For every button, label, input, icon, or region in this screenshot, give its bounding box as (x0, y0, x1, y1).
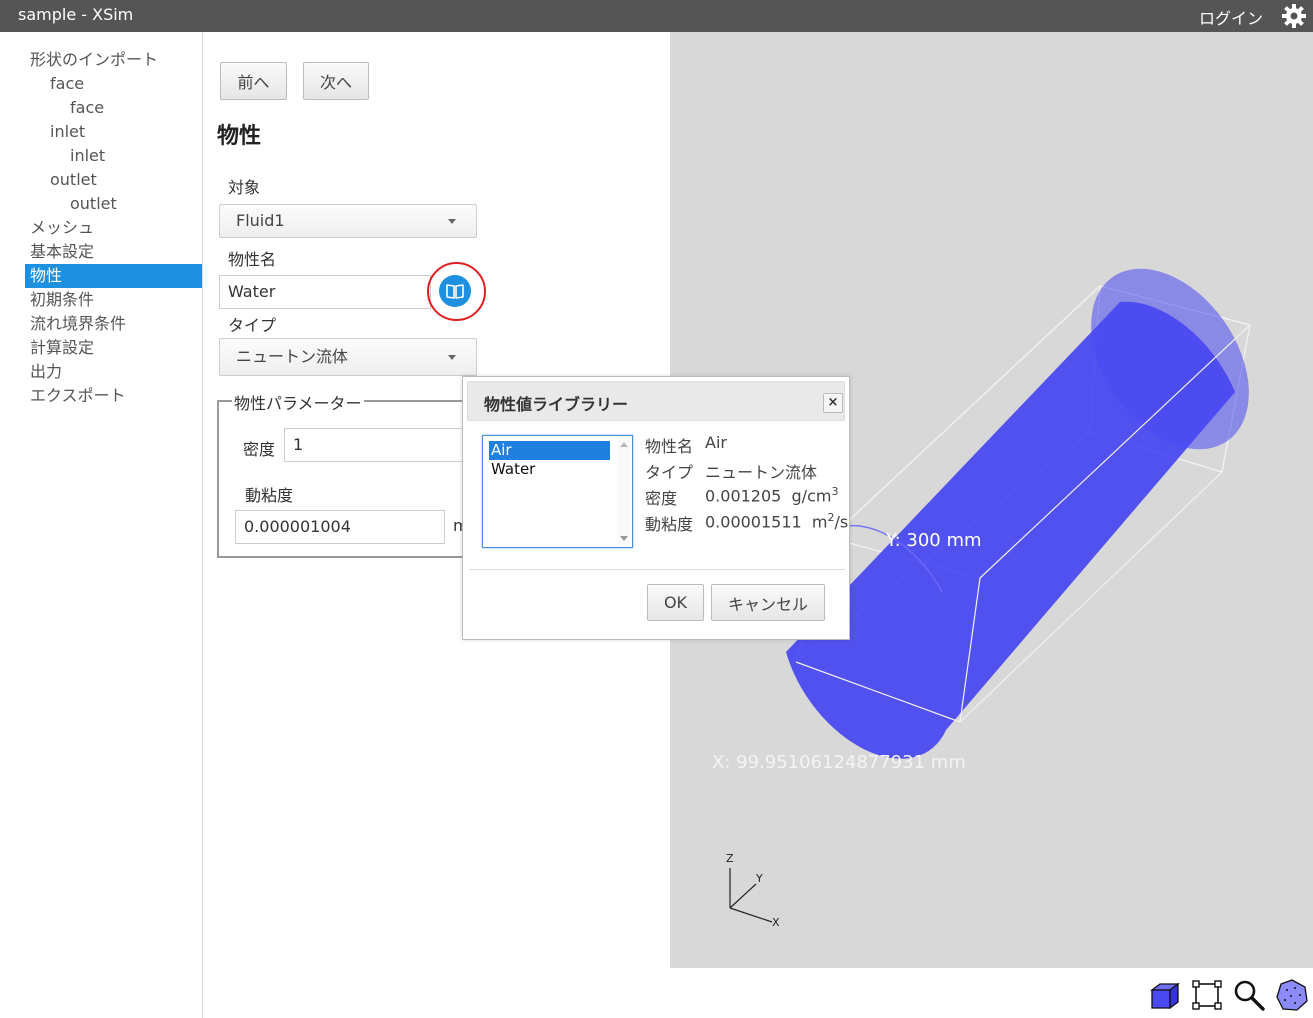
density-input[interactable]: 1 (284, 428, 464, 462)
listbox-scrollbar[interactable] (617, 437, 631, 546)
app-title: sample - XSim (18, 5, 134, 24)
page-title: 物性 (217, 124, 262, 149)
axis-y-label: Y (755, 872, 763, 885)
solid-view-icon[interactable] (1148, 978, 1182, 1012)
target-label: 対象 (228, 178, 261, 197)
scroll-down-icon[interactable] (620, 536, 628, 541)
prop-viscosity-value: 0.00001511 m2/s (705, 511, 848, 531)
sidebar: 形状のインポート face face inlet inlet outlet ou… (0, 32, 203, 1018)
close-icon[interactable]: × (823, 393, 843, 413)
sidebar-item-initial-conditions[interactable]: 初期条件 (0, 288, 202, 312)
sidebar-item-export[interactable]: エクスポート (0, 384, 202, 408)
fit-bounds-icon[interactable] (1190, 978, 1224, 1012)
sidebar-item-import-shape[interactable]: 形状のインポート (0, 48, 202, 72)
viscosity-unit-base: m (811, 512, 828, 532)
library-button[interactable] (439, 275, 471, 307)
target-select-value: Fluid1 (236, 211, 285, 230)
property-name-input[interactable]: Water (219, 275, 431, 309)
prop-name-value: Air (705, 433, 727, 452)
density-unit-exponent: 3 (831, 485, 839, 498)
prev-button[interactable]: 前へ (220, 62, 287, 100)
type-label: タイプ (228, 316, 277, 335)
property-library-dialog: 物性値ライブラリー × Air Water 物性名 Air タイプ ニュートン流… (462, 376, 850, 640)
sidebar-item-basic-settings[interactable]: 基本設定 (0, 240, 202, 264)
title-bar: sample - XSim ログイン (0, 0, 1313, 32)
chevron-down-icon (448, 355, 456, 360)
axis-triad (729, 868, 773, 923)
viscosity-number: 0.00001511 (705, 512, 802, 532)
prop-name-key: 物性名 (645, 437, 694, 456)
cancel-button[interactable]: キャンセル (711, 584, 825, 621)
prop-type-value: ニュートン流体 (705, 463, 818, 482)
mesh-view-icon[interactable] (1275, 978, 1309, 1012)
sidebar-item-outlet-group[interactable]: outlet (0, 168, 202, 192)
chevron-down-icon (448, 219, 456, 224)
params-legend: 物性パラメーター (232, 390, 364, 414)
scroll-up-icon[interactable] (620, 442, 628, 447)
dialog-header[interactable]: 物性値ライブラリー × (467, 381, 845, 421)
prop-density-value: 0.001205 g/cm3 (705, 485, 838, 505)
viscosity-input[interactable]: 0.000001004 (235, 510, 445, 544)
property-name-label: 物性名 (228, 250, 277, 269)
sidebar-item-mesh[interactable]: メッシュ (0, 216, 202, 240)
sidebar-item-inlet-group[interactable]: inlet (0, 120, 202, 144)
prop-type-key: タイプ (645, 463, 694, 482)
viscosity-unit-suffix: /s (834, 512, 849, 532)
sidebar-item-flow-boundary[interactable]: 流れ境界条件 (0, 312, 202, 336)
zoom-icon[interactable] (1232, 978, 1266, 1012)
sidebar-item-face[interactable]: face (0, 96, 202, 120)
type-select-value: ニュートン流体 (236, 347, 349, 366)
density-label: 密度 (243, 440, 276, 459)
ok-button[interactable]: OK (647, 584, 704, 621)
cylinder-mesh[interactable] (786, 239, 1281, 759)
sidebar-item-calc-settings[interactable]: 計算設定 (0, 336, 202, 360)
type-select[interactable]: ニュートン流体 (219, 338, 477, 376)
sidebar-item-inlet[interactable]: inlet (0, 144, 202, 168)
login-link[interactable]: ログイン (1199, 5, 1263, 29)
sidebar-item-face-group[interactable]: face (0, 72, 202, 96)
sidebar-item-outlet[interactable]: outlet (0, 192, 202, 216)
y-dimension-label: Y: 300 mm (885, 530, 982, 551)
target-select[interactable]: Fluid1 (219, 204, 477, 238)
material-listbox[interactable]: Air Water (482, 435, 633, 548)
viscosity-label: 動粘度 (245, 486, 294, 505)
view-toolbar (670, 968, 1313, 1018)
axis-x-label: X (772, 916, 780, 929)
axis-z-label: Z (726, 852, 734, 865)
book-icon (446, 284, 464, 299)
sidebar-item-properties[interactable]: 物性 (25, 264, 202, 288)
prop-density-key: 密度 (645, 489, 678, 508)
sidebar-item-output[interactable]: 出力 (0, 360, 202, 384)
density-number: 0.001205 (705, 486, 782, 506)
dialog-title: 物性値ライブラリー (484, 395, 629, 414)
density-unit: g/cm (791, 486, 832, 506)
x-dimension-label: X: 99.95106124877931 mm (712, 752, 966, 773)
dialog-divider (469, 569, 845, 570)
list-option-air[interactable]: Air (489, 441, 610, 460)
next-button[interactable]: 次へ (303, 62, 369, 100)
gear-icon[interactable] (1281, 3, 1307, 29)
prop-viscosity-key: 動粘度 (645, 515, 694, 534)
list-option-water[interactable]: Water (489, 460, 610, 479)
